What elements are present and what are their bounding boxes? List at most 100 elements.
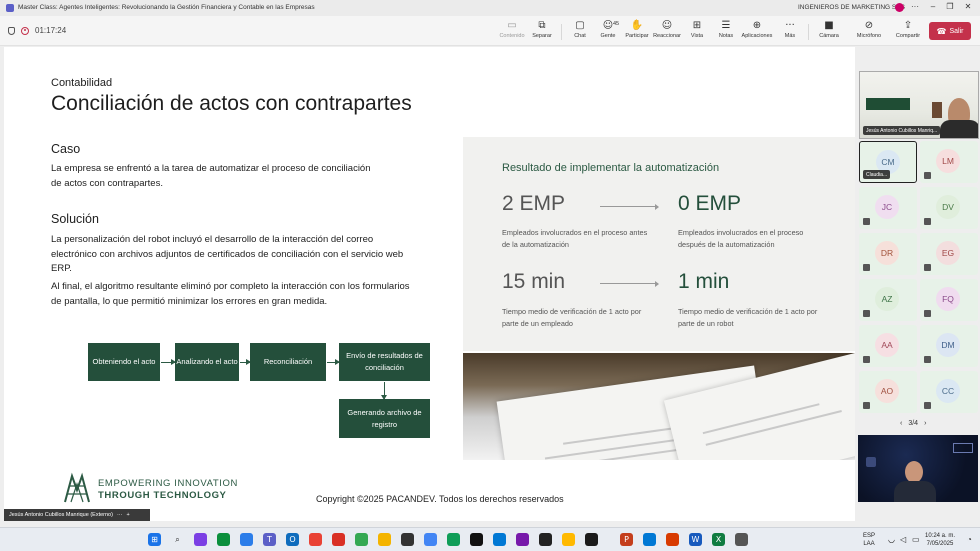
leave-button[interactable]: ☎ Salir: [929, 22, 971, 40]
case-text: La empresa se enfrentó a la tarea de aut…: [51, 163, 371, 189]
teams-icon[interactable]: T: [263, 533, 276, 546]
mic-muted-icon: [863, 356, 870, 363]
participant-initials: EG: [936, 241, 960, 265]
app-icon[interactable]: [539, 533, 552, 546]
participant-tile[interactable]: DV: [920, 187, 978, 229]
participant-tile[interactable]: EG: [920, 233, 978, 275]
volume-icon[interactable]: ◁: [900, 536, 906, 544]
more-icon[interactable]: ···: [117, 512, 123, 518]
pdf-icon[interactable]: [666, 533, 679, 546]
app-icon[interactable]: [217, 533, 230, 546]
meeting-timer: 01:17:24: [35, 26, 67, 35]
presenter-label[interactable]: Jesús Antonio Cubillos Manrique (Externo…: [4, 509, 150, 521]
outlook-icon[interactable]: O: [286, 533, 299, 546]
language-indicator[interactable]: ESP LAA: [863, 532, 875, 548]
flow-arrow-down: [381, 382, 387, 400]
participant-initials: DV: [936, 195, 960, 219]
app-icon[interactable]: [735, 533, 748, 546]
app-icon[interactable]: [516, 533, 529, 546]
chrome-icon[interactable]: [355, 533, 368, 546]
app-icon[interactable]: [493, 533, 506, 546]
results-arrow: [600, 280, 659, 287]
window-title: Master Class: Agentes Inteligentes: Revo…: [18, 4, 315, 11]
participant-initials: DM: [936, 333, 960, 357]
participant-tile[interactable]: DR: [859, 233, 917, 275]
app-icon[interactable]: [585, 533, 598, 546]
flow-step-obtaining: Obteniendo el acto: [88, 343, 160, 381]
more-options-icon[interactable]: ···: [908, 2, 922, 14]
app-icon[interactable]: [447, 533, 460, 546]
participant-tile[interactable]: DM: [920, 325, 978, 367]
separate-button[interactable]: ⧉ Separar: [525, 20, 559, 44]
shield-icon: [8, 26, 15, 35]
before-time: 15 min: [502, 270, 566, 293]
mic-muted-icon: [924, 172, 931, 179]
restore-icon[interactable]: ❐: [943, 2, 957, 14]
browser-icon[interactable]: [240, 533, 253, 546]
battery-icon[interactable]: ▭: [912, 536, 920, 544]
app-icon[interactable]: [562, 533, 575, 546]
notifications-icon[interactable]: ◔: [967, 536, 972, 544]
app-icon[interactable]: [401, 533, 414, 546]
apps-button[interactable]: ⊕ Aplicaciones: [740, 20, 774, 44]
recording-icon: [21, 26, 29, 35]
app-icon[interactable]: [424, 533, 437, 546]
copyright-text: Copyright ©2025 PACANDEV. Todos los dere…: [316, 494, 564, 504]
participant-tile[interactable]: LM: [920, 141, 978, 183]
screen-graphic: [953, 443, 973, 453]
share-button[interactable]: ⇪ Compartir: [891, 20, 925, 44]
participant-tile[interactable]: JC: [859, 187, 917, 229]
participant-tile[interactable]: CM Claudia...: [859, 141, 917, 183]
react-button[interactable]: ☺ Reaccionar: [650, 20, 684, 44]
chrome-icon[interactable]: [309, 533, 322, 546]
folder-icon[interactable]: [378, 533, 391, 546]
minimize-icon[interactable]: –: [926, 2, 940, 14]
participate-button[interactable]: ✋ Participar: [620, 20, 654, 44]
chevron-left-icon[interactable]: ‹: [900, 420, 902, 427]
user-avatar[interactable]: [895, 3, 904, 12]
solution-text-2: Al final, el algoritmo resultante elimin…: [51, 281, 410, 307]
participant-tile[interactable]: AZ: [859, 279, 917, 321]
banner-shape: [866, 98, 910, 110]
teams-icon: [6, 4, 14, 12]
excel-icon[interactable]: X: [712, 533, 725, 546]
chrome-icon[interactable]: [332, 533, 345, 546]
flow-step-send-results: Envío de resultados de conciliación: [339, 343, 430, 381]
flow-arrow: [240, 359, 251, 365]
app-icon[interactable]: [643, 533, 656, 546]
search-icon[interactable]: ⌕: [171, 533, 184, 546]
mic-button[interactable]: ⊘ Micrófono: [852, 20, 886, 44]
solution-heading: Solución: [51, 212, 99, 226]
participant-initials: AA: [875, 333, 899, 357]
participant-tile[interactable]: AA: [859, 325, 917, 367]
participant-tile[interactable]: FQ: [920, 279, 978, 321]
emoji-icon: ☺: [661, 20, 673, 31]
participant-video-2[interactable]: [858, 435, 978, 502]
person-body: [894, 481, 936, 502]
camera-button[interactable]: ■ Cámara: [812, 20, 846, 44]
participant-video-presenter[interactable]: Jesús Antonio Cubillos Manriq...: [859, 71, 979, 139]
person-body: [940, 120, 978, 138]
participant-tile[interactable]: CC: [920, 371, 978, 413]
add-icon[interactable]: +: [126, 512, 129, 518]
app-icon[interactable]: [194, 533, 207, 546]
slide-title: Conciliación de actos con contrapartes: [51, 92, 412, 115]
participant-name-bar: Jesús Antonio Cubillos Manriq...: [863, 126, 941, 135]
more-button[interactable]: ··· Más: [773, 20, 807, 44]
notes-button[interactable]: ☰ Notas: [709, 20, 743, 44]
start-icon[interactable]: ⊞: [148, 533, 161, 546]
mic-muted-icon: [924, 356, 931, 363]
word-icon[interactable]: W: [689, 533, 702, 546]
powerpoint-icon[interactable]: P: [620, 533, 633, 546]
clock[interactable]: 10:24 a. m. 7/05/2025: [925, 532, 955, 548]
content-button[interactable]: ▭ Contenido: [495, 20, 529, 44]
flow-step-log-file: Generando archivo de registro: [339, 399, 430, 438]
documents-photo: [463, 353, 855, 460]
participant-tile[interactable]: AO: [859, 371, 917, 413]
people-count: 45: [613, 21, 620, 27]
app-icon[interactable]: [470, 533, 483, 546]
mic-muted-icon: [924, 218, 931, 225]
chevron-right-icon[interactable]: ›: [924, 420, 926, 427]
close-icon[interactable]: ✕: [961, 2, 975, 14]
wifi-icon[interactable]: ◡: [888, 536, 895, 544]
